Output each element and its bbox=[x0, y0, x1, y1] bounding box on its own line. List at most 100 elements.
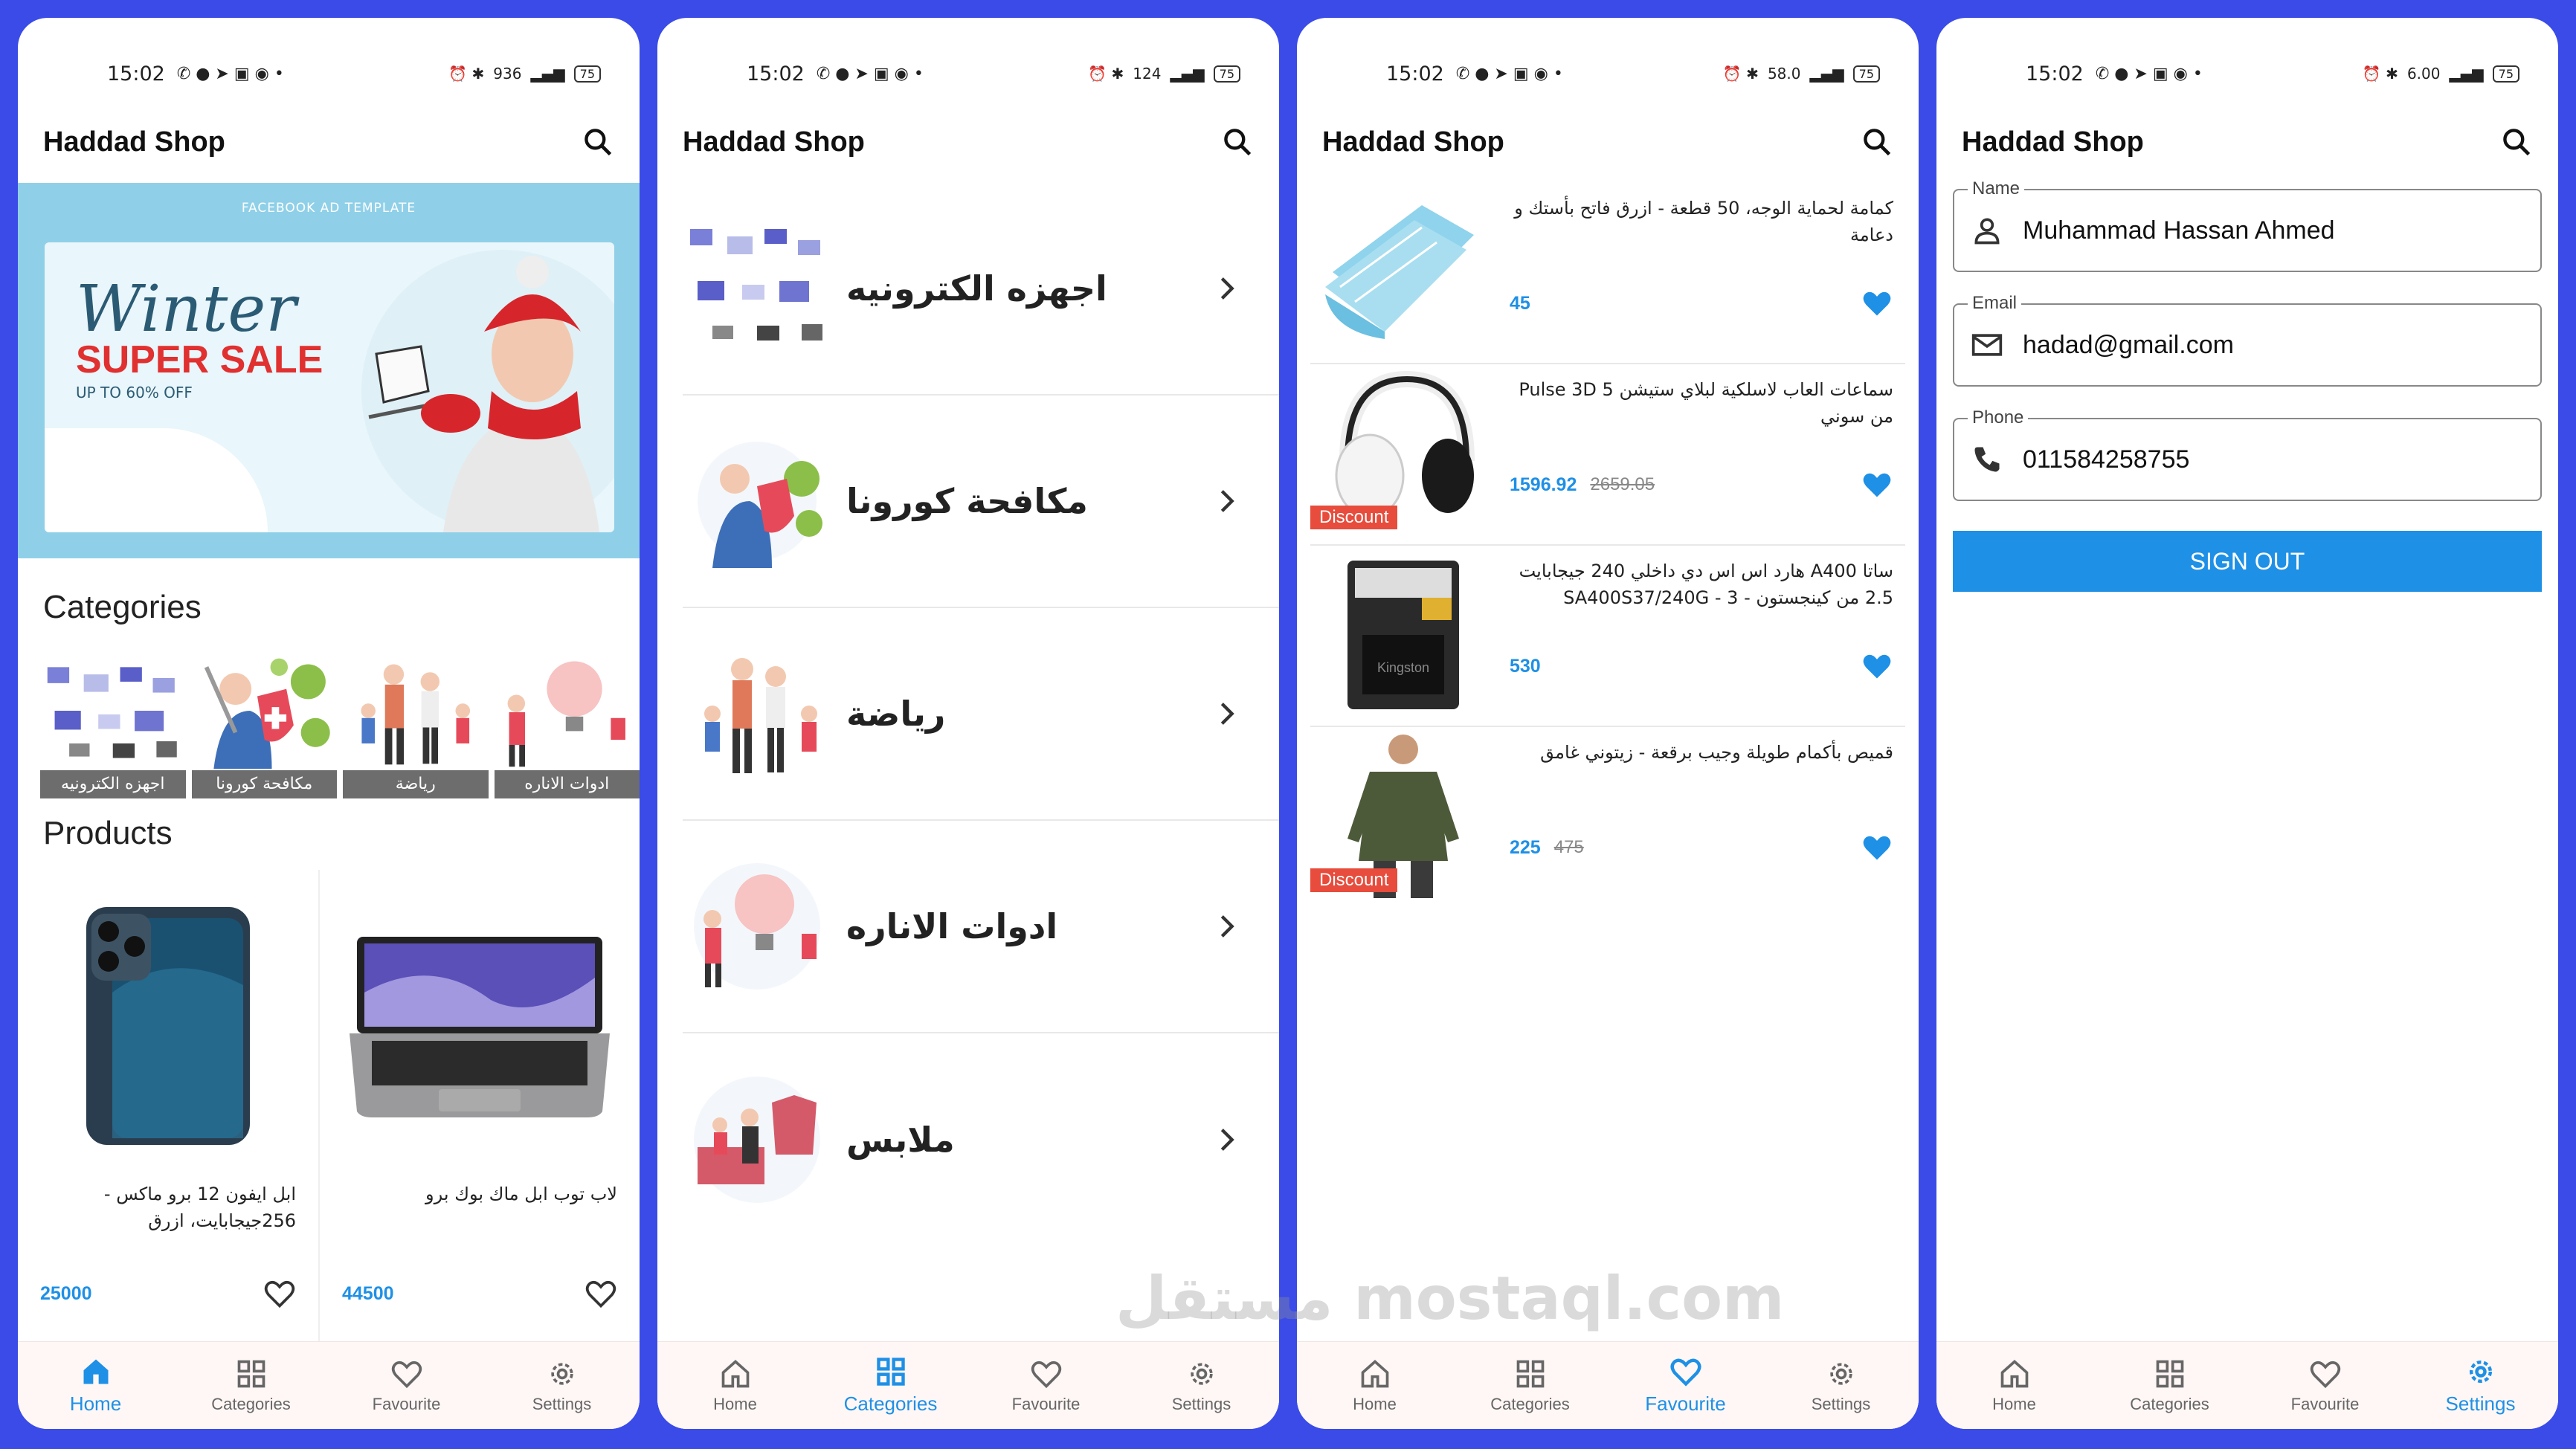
status-right: ⏰ ✱ 6.00 ▂▄▆ 75 bbox=[2363, 65, 2519, 83]
grid-icon bbox=[2156, 1360, 2183, 1387]
favourites-list: كمامة لحماية الوجه، 50 قطعة - ازرق فاتح … bbox=[1310, 183, 1905, 909]
category-card-lighting[interactable]: ادوات الاناره bbox=[494, 651, 640, 798]
status-right: ⏰ ✱ 58.0 ▂▄▆ 75 bbox=[1723, 65, 1880, 83]
category-label: رياضة bbox=[343, 770, 489, 798]
nav-categories[interactable]: Categories bbox=[824, 1355, 958, 1416]
email-field[interactable]: Email hadad@gmail.com bbox=[1953, 293, 2542, 387]
nav-settings[interactable]: Settings bbox=[1774, 1358, 1908, 1414]
product-price: 25000 bbox=[40, 1282, 92, 1304]
notification-icons: ✆ ● ➤ ▣ ◉ • bbox=[2095, 64, 2203, 83]
heart-outline-icon[interactable] bbox=[585, 1277, 617, 1310]
heart-outline-icon bbox=[2310, 1361, 2340, 1388]
search-icon[interactable] bbox=[1221, 126, 1254, 158]
family-sports-icon bbox=[704, 658, 817, 773]
categories-heading: Categories bbox=[43, 589, 202, 625]
category-row-corona[interactable]: مكافحة كورونا bbox=[683, 396, 1279, 608]
phone-icon bbox=[1974, 447, 2000, 472]
favourite-item[interactable]: Discount قميص بأكمام طويلة وجيب برقعة - … bbox=[1310, 727, 1905, 909]
search-icon[interactable] bbox=[582, 126, 614, 158]
category-card-sports[interactable]: رياضة bbox=[343, 651, 489, 798]
category-name: ادوات الاناره bbox=[846, 906, 1058, 946]
home-icon bbox=[721, 1359, 749, 1387]
products-heading: Products bbox=[43, 815, 173, 851]
heart-filled-icon[interactable] bbox=[1861, 287, 1893, 320]
product-card[interactable]: ابل ايفون 12 برو ماكس - 256جيجابايت، ازر… bbox=[18, 870, 320, 1346]
nav-label: Favourite bbox=[2290, 1394, 2360, 1413]
search-icon[interactable] bbox=[2500, 126, 2533, 158]
discount-badge: Discount bbox=[1310, 868, 1398, 892]
product-price: 530 bbox=[1510, 655, 1541, 677]
sign-out-button[interactable]: SIGN OUT bbox=[1953, 531, 2542, 592]
nav-favourite[interactable]: Favourite bbox=[2258, 1358, 2392, 1414]
categories-strip: اجهزه الكترونيه مكافحة كورونا رياضة ادوا… bbox=[40, 651, 640, 798]
heart-filled-icon[interactable] bbox=[1861, 831, 1893, 864]
category-row-sports[interactable]: رياضة bbox=[683, 608, 1279, 821]
nav-label: Home bbox=[69, 1392, 122, 1415]
product-price: 44500 bbox=[342, 1282, 394, 1304]
nav-home[interactable]: Home bbox=[1308, 1358, 1442, 1414]
category-row-lighting[interactable]: ادوات الاناره bbox=[683, 821, 1279, 1033]
nav-label: Settings bbox=[1811, 1394, 1871, 1413]
macbook-image bbox=[350, 937, 610, 1117]
product-image bbox=[40, 885, 296, 1167]
nav-categories[interactable]: Categories bbox=[2103, 1358, 2237, 1414]
bottom-nav: Home Categories Favourite Settings bbox=[1936, 1341, 2558, 1429]
chevron-right-icon bbox=[1220, 277, 1234, 300]
favourite-info: كمامة لحماية الوجه، 50 قطعة - ازرق فاتح … bbox=[1489, 183, 1905, 363]
app-title: Haddad Shop bbox=[1322, 126, 1504, 158]
nav-home[interactable]: Home bbox=[669, 1358, 802, 1414]
product-card[interactable]: لاب توب ابل ماك بوك برو 44500 bbox=[320, 870, 640, 1346]
nav-favourite[interactable]: Favourite bbox=[979, 1358, 1113, 1414]
nav-label: Favourite bbox=[372, 1394, 441, 1413]
favourite-item[interactable]: Discount سماعات العاب لاسلكية لبلاي ستيش… bbox=[1310, 364, 1905, 546]
family-sports-icon bbox=[361, 664, 471, 765]
category-card-electronics[interactable]: اجهزه الكترونيه bbox=[40, 651, 186, 798]
electronics-icon bbox=[690, 229, 822, 341]
favourite-footer: 530 bbox=[1510, 650, 1893, 682]
nav-label: Favourite bbox=[1645, 1392, 1726, 1415]
promo-banner[interactable]: FACEBOOK AD TEMPLATE Winter SUPER SALE U… bbox=[18, 183, 640, 558]
app-bar: Haddad Shop bbox=[657, 114, 1279, 170]
name-field[interactable]: Name Muhammad Hassan Ahmed bbox=[1953, 178, 2542, 272]
battery-icon: 75 bbox=[1852, 65, 1880, 83]
phone-categories: 15:02 ✆ ● ➤ ▣ ◉ • ⏰ ✱ 124 ▂▄▆ 75 Haddad … bbox=[657, 18, 1279, 1429]
heart-outline-icon[interactable] bbox=[263, 1277, 296, 1310]
chevron-right-icon bbox=[1220, 1129, 1234, 1151]
product-name: قميص بأكمام طويلة وجيب برقعة - زيتوني غا… bbox=[1540, 742, 1893, 763]
favourite-item[interactable]: كمامة لحماية الوجه، 50 قطعة - ازرق فاتح … bbox=[1310, 183, 1905, 364]
nav-label: Home bbox=[713, 1394, 757, 1413]
favourite-item[interactable]: Kingston ساتا A400 هارد اس اس دي داخلي 2… bbox=[1310, 546, 1905, 727]
nav-label: Home bbox=[1992, 1394, 2036, 1413]
heart-filled-icon[interactable] bbox=[1861, 468, 1893, 501]
app-title: Haddad Shop bbox=[1962, 126, 2144, 158]
person-icon bbox=[1974, 218, 2000, 245]
nav-favourite[interactable]: Favourite bbox=[1619, 1355, 1753, 1416]
product-price: 45 bbox=[1510, 292, 1530, 314]
nav-home[interactable]: Home bbox=[29, 1355, 163, 1416]
nav-categories[interactable]: Categories bbox=[184, 1358, 318, 1414]
status-bar: 15:02 ✆ ● ➤ ▣ ◉ • ⏰ ✱ 58.0 ▂▄▆ 75 bbox=[1297, 55, 1919, 92]
favourite-footer: 1596.92 2659.05 bbox=[1510, 468, 1893, 501]
category-card-corona[interactable]: مكافحة كورونا bbox=[191, 651, 337, 798]
category-name: ملابس bbox=[846, 1120, 955, 1160]
product-image: Kingston bbox=[1310, 546, 1489, 721]
nav-label: Categories bbox=[211, 1394, 291, 1413]
nav-categories[interactable]: Categories bbox=[1464, 1358, 1597, 1414]
iphone-image bbox=[86, 907, 250, 1145]
nav-settings[interactable]: Settings bbox=[495, 1358, 629, 1414]
category-row-electronics[interactable]: اجهزه الكترونيه bbox=[683, 183, 1279, 396]
nav-home[interactable]: Home bbox=[1948, 1358, 2081, 1414]
nav-settings[interactable]: Settings bbox=[1135, 1358, 1269, 1414]
nav-settings[interactable]: Settings bbox=[2414, 1355, 2548, 1416]
favourite-info: سماعات العاب لاسلكية لبلاي ستيشن 5 Pulse… bbox=[1489, 364, 1905, 544]
nav-favourite[interactable]: Favourite bbox=[340, 1358, 474, 1414]
bottom-nav: Home Categories Favourite Settings bbox=[657, 1341, 1279, 1429]
product-price: 1596.92 bbox=[1510, 474, 1577, 495]
search-icon[interactable] bbox=[1861, 126, 1893, 158]
phone-field[interactable]: Phone 011584258755 bbox=[1953, 407, 2542, 501]
heart-filled-icon[interactable] bbox=[1861, 650, 1893, 682]
face-mask-image bbox=[1325, 205, 1474, 339]
category-row-clothes[interactable]: ملابس bbox=[683, 1033, 1279, 1246]
banner-template-label: FACEBOOK AD TEMPLATE bbox=[241, 201, 416, 216]
category-list: اجهزه الكترونيه مكافحة كورونا رياضة ادوا… bbox=[683, 183, 1279, 1246]
